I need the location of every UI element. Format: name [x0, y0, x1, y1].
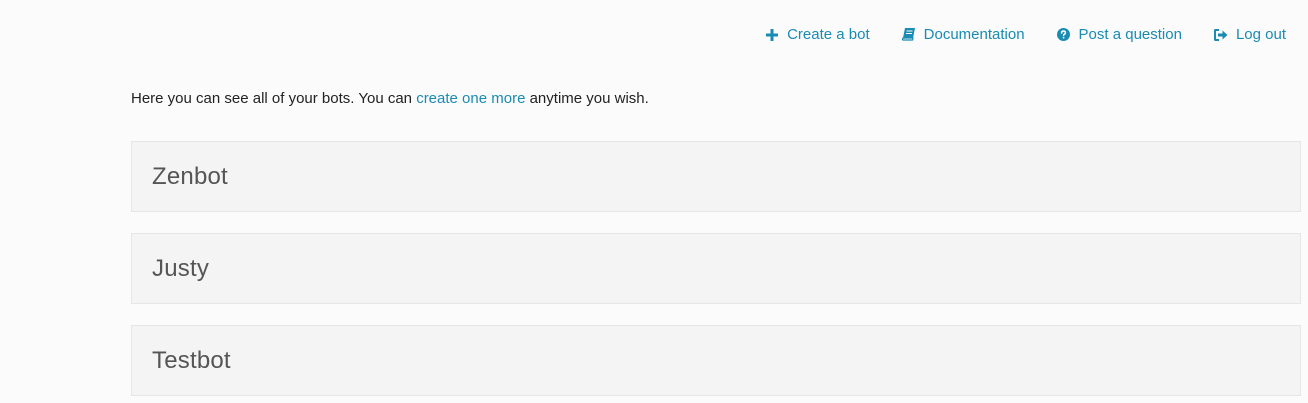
- documentation-label: Documentation: [923, 26, 1025, 43]
- top-navigation: Create a bot Documentation Post a questi…: [733, 26, 1286, 43]
- bot-name: Justy: [152, 254, 210, 282]
- bot-name: Testbot: [152, 346, 231, 374]
- question-circle-icon: [1057, 28, 1071, 42]
- bot-list: Zenbot Justy Testbot: [131, 141, 1301, 403]
- book-icon: [901, 28, 916, 42]
- post-question-link[interactable]: Post a question: [1057, 26, 1182, 43]
- bot-name: Zenbot: [152, 162, 228, 190]
- log-out-link[interactable]: Log out: [1213, 26, 1286, 43]
- log-out-label: Log out: [1235, 26, 1286, 43]
- post-question-label: Post a question: [1078, 26, 1182, 43]
- create-bot-label: Create a bot: [787, 26, 870, 43]
- bot-card-testbot[interactable]: Testbot: [131, 325, 1301, 396]
- intro-text: Here you can see all of your bots. You c…: [131, 90, 649, 107]
- documentation-link[interactable]: Documentation: [901, 26, 1025, 43]
- plus-icon: [765, 28, 779, 42]
- create-one-more-link[interactable]: create one more: [416, 90, 525, 107]
- bot-card-zenbot[interactable]: Zenbot: [131, 141, 1301, 212]
- sign-out-icon: [1213, 28, 1228, 42]
- create-bot-link[interactable]: Create a bot: [765, 26, 870, 43]
- bot-card-justy[interactable]: Justy: [131, 233, 1301, 304]
- intro-prefix: Here you can see all of your bots. You c…: [131, 90, 417, 107]
- bots-page: Create a bot Documentation Post a questi…: [0, 0, 1308, 403]
- intro-suffix: anytime you wish.: [525, 90, 649, 107]
